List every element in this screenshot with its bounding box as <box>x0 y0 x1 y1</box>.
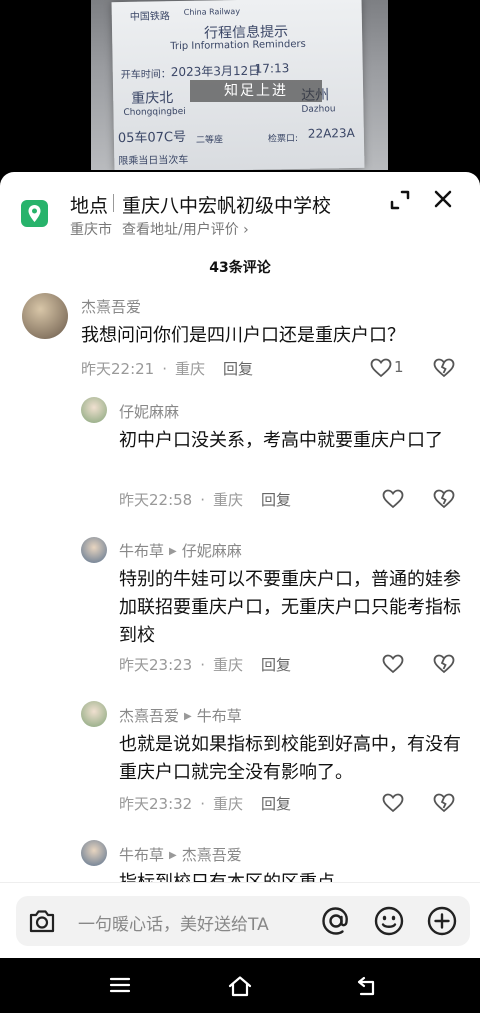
comment-region: 重庆 <box>213 795 244 813</box>
comment-time: 昨天23:23 <box>119 656 193 674</box>
reply-target[interactable]: 仔妮麻麻 <box>182 542 242 560</box>
system-nav-bar <box>0 958 480 1013</box>
avatar[interactable] <box>81 537 107 563</box>
reply-button[interactable]: 回复 <box>223 360 253 378</box>
expand-icon[interactable] <box>390 190 410 210</box>
ticket-seat-class: 二等座 <box>195 135 224 146</box>
comment-meta: 昨天22:21 · 重庆 回复 <box>81 360 254 378</box>
comments-count: 43条评论 <box>209 260 271 276</box>
location-divider <box>113 194 114 212</box>
ticket-departure-label: 开车时间： <box>120 69 171 82</box>
plus-circle-icon[interactable] <box>426 905 458 937</box>
comment-username[interactable]: 牛布草 <box>119 846 164 864</box>
reply-target[interactable]: 牛布草 <box>197 707 242 725</box>
reply-button[interactable]: 回复 <box>261 656 291 674</box>
broken-heart-icon[interactable] <box>433 489 455 509</box>
ticket-gate: 22A23A <box>307 125 355 141</box>
comment-text[interactable]: 特别的牛娃可以不要重庆户口，普通的娃参加联招要重庆户口，无重庆户口只能考指标到校 <box>119 566 464 650</box>
comment-input-bar: 一句暖心话，美好送给TA <box>0 882 480 959</box>
comment-text[interactable]: 我想问问你们是四川户口还是重庆户口？ <box>81 322 461 350</box>
broken-heart-icon[interactable] <box>433 793 455 813</box>
home-icon[interactable] <box>227 975 253 997</box>
location-name[interactable]: 重庆八中宏帆初级中学校 <box>122 191 331 218</box>
comment-sheet: 地点 重庆八中宏帆初级中学校 重庆市 查看地址/用户评价 › 43条评论 杰熹吾爱… <box>0 172 480 958</box>
comment-meta: 昨天23:23 · 重庆 回复 <box>119 656 292 674</box>
like-count: 1 <box>394 358 404 376</box>
avatar[interactable] <box>81 397 107 423</box>
comment-username[interactable]: 牛布草 <box>119 542 164 560</box>
comment-meta: 昨天23:32 · 重庆 回复 <box>119 795 292 813</box>
ticket-note: 限乘当日当次车 <box>118 154 189 168</box>
back-icon[interactable] <box>355 975 379 997</box>
avatar[interactable] <box>81 840 107 866</box>
comment-username-with-reply: 牛布草 ▶ 仔妮麻麻 <box>119 542 242 560</box>
video-watermark: 知足上进 <box>190 80 322 102</box>
reply-button[interactable]: 回复 <box>261 795 291 813</box>
heart-outline-icon[interactable] <box>382 793 404 813</box>
menu-icon[interactable] <box>109 975 131 995</box>
comment-region: 重庆 <box>213 656 244 674</box>
reply-button[interactable]: 回复 <box>261 491 291 509</box>
broken-heart-icon[interactable] <box>433 654 455 674</box>
comment-input[interactable]: 一句暖心话，美好送给TA <box>16 896 470 946</box>
ticket-logo: 中国铁路 <box>129 11 170 23</box>
avatar[interactable] <box>81 701 107 727</box>
ticket-departure-time: 17:13 <box>254 61 290 76</box>
comment-time: 昨天23:32 <box>119 795 193 813</box>
location-review-link[interactable]: 查看地址/用户评价 › <box>122 222 249 238</box>
comment-time: 昨天22:21 <box>81 360 155 378</box>
comment-text[interactable]: 初中户口没关系，考高中就要重庆户口了 <box>119 427 464 455</box>
ticket-seat: 05车07C号 <box>117 129 187 147</box>
comment-time: 昨天22:58 <box>119 491 193 509</box>
video-frame[interactable]: 中国铁路 China Railway 行程信息提示 Trip Informati… <box>91 0 388 170</box>
location-label: 地点 <box>70 195 109 217</box>
comment-region: 重庆 <box>213 491 244 509</box>
comment-username[interactable]: 杰熹吾爱 <box>81 296 141 317</box>
at-sign-icon[interactable] <box>320 905 352 937</box>
comment-username[interactable]: 仔妮麻麻 <box>119 401 179 422</box>
emoji-icon[interactable] <box>373 905 405 937</box>
comment-meta: 昨天22:58 · 重庆 回复 <box>119 491 292 509</box>
location-city: 重庆市 <box>70 222 112 238</box>
location-pin-icon <box>21 200 48 227</box>
comment-text[interactable]: 也就是说如果指标到校能到好高中，有没有重庆户口就完全没有影响了。 <box>119 731 464 787</box>
close-icon[interactable] <box>433 189 453 209</box>
avatar[interactable] <box>22 293 68 339</box>
ticket-from: 重庆北 <box>131 90 174 107</box>
comment-username[interactable]: 杰熹吾爱 <box>119 707 179 725</box>
broken-heart-icon[interactable] <box>433 358 455 378</box>
comment-input-placeholder: 一句暖心话，美好送给TA <box>78 915 269 935</box>
heart-outline-icon[interactable] <box>382 489 404 509</box>
ticket-from-en: Chongqingbei <box>123 106 186 119</box>
reply-target[interactable]: 杰熹吾爱 <box>182 846 242 864</box>
comment-username-with-reply: 杰熹吾爱 ▶ 牛布草 <box>119 707 242 725</box>
heart-outline-icon[interactable] <box>370 358 392 378</box>
ticket-to-en: Dazhou <box>301 104 336 115</box>
ticket-title-en: Trip Information Reminders <box>170 38 306 53</box>
location-subline: 重庆市 查看地址/用户评价 › <box>70 219 249 239</box>
ticket-departure-date: 2023年3月12日 <box>170 63 261 80</box>
comment-region: 重庆 <box>175 360 206 378</box>
camera-icon[interactable] <box>28 908 56 934</box>
comment-username-with-reply: 牛布草 ▶ 杰熹吾爱 <box>119 846 242 864</box>
ticket-logo-en: China Railway <box>183 6 241 17</box>
heart-outline-icon[interactable] <box>382 654 404 674</box>
ticket-gate-label: 检票口: <box>267 133 299 145</box>
